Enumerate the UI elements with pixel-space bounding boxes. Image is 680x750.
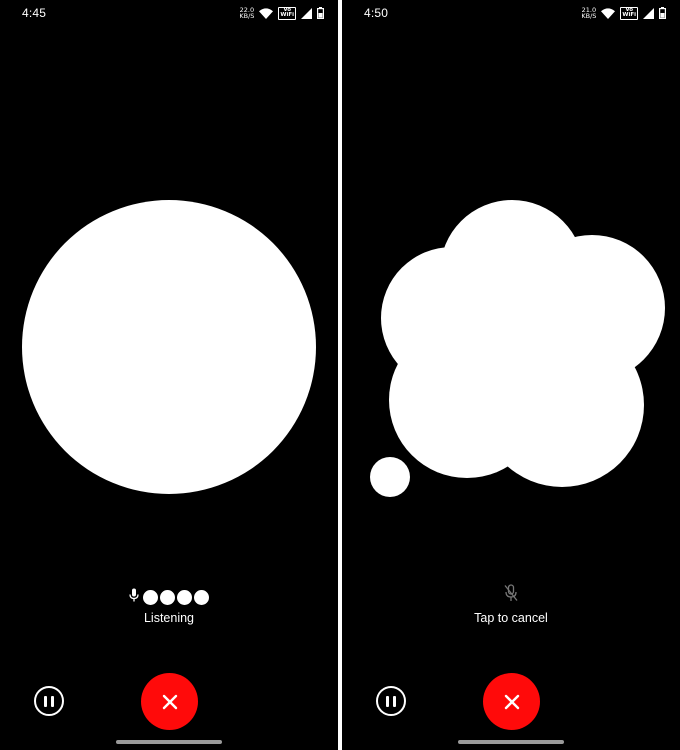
signal-icon (301, 7, 312, 19)
cancel-button[interactable] (483, 673, 540, 730)
level-dot (143, 590, 158, 605)
mic-icon (129, 588, 139, 607)
status-bar: 4:45 22.0 KB/S Vo WiFi (0, 0, 338, 26)
pause-icon (386, 695, 389, 707)
voice-visualizer-cloud (370, 200, 665, 497)
status-time: 4:45 (22, 6, 47, 20)
battery-icon (317, 7, 324, 19)
close-icon (504, 694, 519, 709)
mic-off-icon (504, 584, 518, 601)
vowifi-badge: Vo WiFi (278, 6, 296, 20)
status-label[interactable]: Tap to cancel (342, 611, 680, 625)
pause-button[interactable] (376, 686, 406, 716)
level-dot (177, 590, 192, 605)
pause-icon (44, 695, 47, 707)
assistant-screen-processing: 4:50 21.0 KB/S Vo WiFi Tap to cancel (342, 0, 680, 750)
pause-button[interactable] (34, 686, 64, 716)
level-dot (160, 590, 175, 605)
mic-status (342, 584, 680, 602)
volte-bottom: WiFi (280, 12, 294, 18)
network-speed: 22.0 KB/S (239, 7, 255, 20)
level-dot (194, 590, 209, 605)
assistant-screen-listening: 4:45 22.0 KB/S Vo WiFi Listening (0, 0, 338, 750)
voice-level-indicator (0, 588, 338, 607)
close-icon (162, 694, 177, 709)
network-speed-unit: KB/S (239, 12, 255, 20)
cancel-button[interactable] (141, 673, 198, 730)
home-indicator[interactable] (458, 740, 564, 744)
home-indicator[interactable] (116, 740, 222, 744)
pause-icon-bar (393, 695, 396, 707)
status-label: Listening (143, 611, 195, 625)
voice-visualizer-circle (22, 200, 316, 494)
pause-icon-bar (51, 695, 54, 707)
status-icons: 22.0 KB/S Vo WiFi (239, 5, 324, 21)
wifi-icon (259, 7, 274, 19)
